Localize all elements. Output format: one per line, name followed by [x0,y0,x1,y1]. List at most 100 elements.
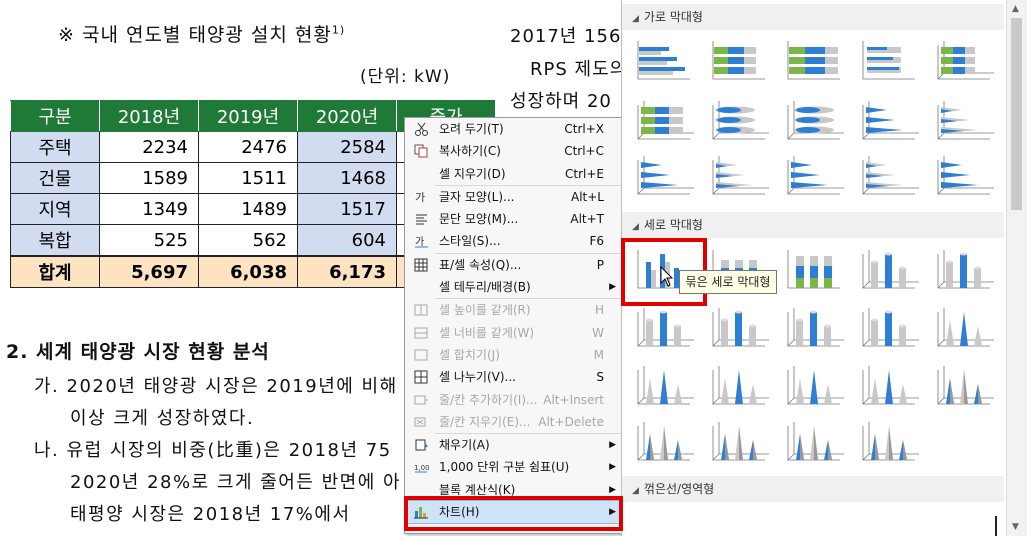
chart-type-thumbnail[interactable] [932,362,996,410]
table-cell[interactable]: 1511 [198,162,298,194]
chart-type-thumbnail[interactable] [707,37,771,85]
menu-item[interactable]: 셀 나누기(V)... S [405,366,622,388]
submenu-arrow-icon: ▶ [609,282,616,293]
menu-item[interactable]: 셀 지우기(D) Ctrl+E [405,163,622,185]
menu-item[interactable]: 문단 모양(M)... Alt+T [405,208,622,230]
table-cell[interactable]: 1468 [297,162,397,194]
chart-type-thumbnail[interactable] [782,304,846,352]
chart-type-thumbnail[interactable] [782,152,846,200]
scroll-thumb[interactable] [1011,18,1022,210]
svg-text:가: 가 [415,236,424,248]
menu-item[interactable]: 가 글자 모양(L)... Alt+L [405,186,622,208]
chart-type-thumbnail[interactable] [932,246,996,294]
menu-item[interactable]: 표/셀 속성(Q)... P [405,254,622,276]
tooltip: 묶은 세로 막대형 [679,270,777,294]
menu-item[interactable]: 줄/칸 지우기(E)... Alt+Delete [405,411,622,433]
chart-type-thumbnail[interactable] [632,97,696,145]
menu-item[interactable]: 채우기(A) ▶ [405,434,622,456]
gallery-section-horizontal-bar[interactable]: ◢ 가로 막대형 [622,4,1004,30]
table-cell[interactable]: 2476 [198,131,298,163]
menu-item-shortcut: Ctrl+X [564,122,604,136]
menu-item[interactable]: 셀 테두리/배경(B) ▶ [405,276,622,298]
menu-item[interactable]: 셀 높이를 같게(R) H [405,299,622,321]
menu-item-label: 스타일(S)... [439,234,501,249]
chart-type-thumbnail[interactable] [857,37,921,85]
table-cell[interactable]: 604 [297,224,397,257]
chart-type-thumbnail[interactable] [857,304,921,352]
paragraph-line: 태평양 시장은 2018년 17%에서 [70,504,351,525]
menu-item-label: 문단 모양(M)... [439,212,519,227]
table-cell[interactable]: 525 [99,224,199,257]
table-cell[interactable]: 1589 [99,162,199,194]
chart-type-thumbnail[interactable] [857,152,921,200]
chart-type-thumbnail[interactable] [857,418,921,466]
menu-item[interactable]: 셀 너비를 같게(W) W [405,322,622,344]
menu-item-label: 줄/칸 지우기(E)... [439,414,531,429]
chart-type-thumbnail[interactable] [932,304,996,352]
menu-item[interactable]: 1,00 1,000 단위 구분 쉼표(U) ▶ [405,456,622,478]
chart-type-thumbnail[interactable] [782,97,846,145]
menu-item-label: 1,000 단위 구분 쉼표(U) [439,460,570,475]
chart-type-thumbnail[interactable] [632,37,696,85]
table-cell[interactable]: 합계 [10,255,100,288]
table-cell[interactable]: 지역 [10,193,100,225]
chart-type-thumbnail[interactable] [857,362,921,410]
menu-item[interactable]: 가 스타일(S)... F6 [405,230,622,252]
chart-type-thumbnail[interactable] [632,152,696,200]
mouse-pointer-icon [660,266,674,287]
menu-item-label: 표/셀 속성(Q)... [439,257,522,272]
submenu-arrow-icon: ▶ [609,440,616,451]
menu-item[interactable]: 셀 합치기(J) M [405,344,622,366]
gallery-section-line-area[interactable]: ◢ 꺾은선/영역형 [622,476,1004,502]
table-props-icon [414,258,428,272]
chart-type-thumbnail[interactable] [632,418,696,466]
split-cells-icon [414,370,428,384]
table-header-cell[interactable]: 구분 [10,100,100,132]
chart-type-thumbnail[interactable] [707,152,771,200]
svg-text:가: 가 [415,191,425,204]
table-header-cell[interactable]: 2019년 [198,100,298,132]
gallery-scrollbar[interactable]: ▲ ▼ [1006,0,1027,536]
chart-type-thumbnail[interactable] [782,362,846,410]
chart-type-thumbnail[interactable] [632,362,696,410]
table-cell[interactable]: 6,038 [198,255,298,288]
table-cell[interactable]: 1489 [198,193,298,225]
chart-type-thumbnail[interactable] [857,246,921,294]
table-cell[interactable]: 562 [198,224,298,257]
menu-item-shortcut: S [596,370,604,385]
chart-type-thumbnail[interactable] [707,304,771,352]
menu-item-shortcut: M [593,347,604,362]
style-icon: 가 [415,236,428,248]
table-cell[interactable]: 주택 [10,131,100,163]
paragraph-line: 나. 유럽 시장의 비중(比重)은 2018년 75 [34,440,392,461]
table-cell[interactable]: 6,173 [297,255,397,288]
table-cell[interactable]: 1517 [297,193,397,225]
chart-type-thumbnail[interactable] [932,37,996,85]
chart-type-thumbnail[interactable] [932,152,996,200]
menu-item[interactable]: 오려 두기(T) Ctrl+X [405,118,622,140]
table-cell[interactable]: 2584 [297,131,397,163]
table-header-cell[interactable]: 2020년 [297,100,397,132]
table-cell[interactable]: 복합 [10,224,100,257]
menu-item[interactable]: 줄/칸 추가하기(I)... Alt+Insert [405,389,622,411]
table-header-cell[interactable]: 2018년 [99,100,199,132]
chart-type-thumbnail[interactable] [782,418,846,466]
chart-type-thumbnail[interactable] [632,304,696,352]
scroll-down-arrow-icon[interactable]: ▼ [1012,522,1019,532]
chart-type-thumbnail[interactable] [707,362,771,410]
chart-type-thumbnail[interactable] [932,97,996,145]
menu-item-label: 셀 나누기(V)... [439,370,516,385]
scroll-up-arrow-icon[interactable]: ▲ [1012,4,1019,14]
menu-item-shortcut: Ctrl+C [564,144,604,159]
table-cell[interactable]: 5,697 [99,255,199,288]
table-cell[interactable]: 건물 [10,162,100,194]
table-cell[interactable]: 1349 [99,193,199,225]
chart-type-thumbnail[interactable] [707,97,771,145]
chart-type-thumbnail[interactable] [782,37,846,85]
menu-item[interactable]: 복사하기(C) Ctrl+C [405,140,622,162]
table-cell[interactable]: 2234 [99,131,199,163]
chart-type-thumbnail[interactable] [857,97,921,145]
chart-type-thumbnail[interactable] [707,418,771,466]
gallery-section-vertical-bar[interactable]: ◢ 세로 막대형 [622,212,1004,238]
chart-type-thumbnail[interactable] [782,246,846,294]
